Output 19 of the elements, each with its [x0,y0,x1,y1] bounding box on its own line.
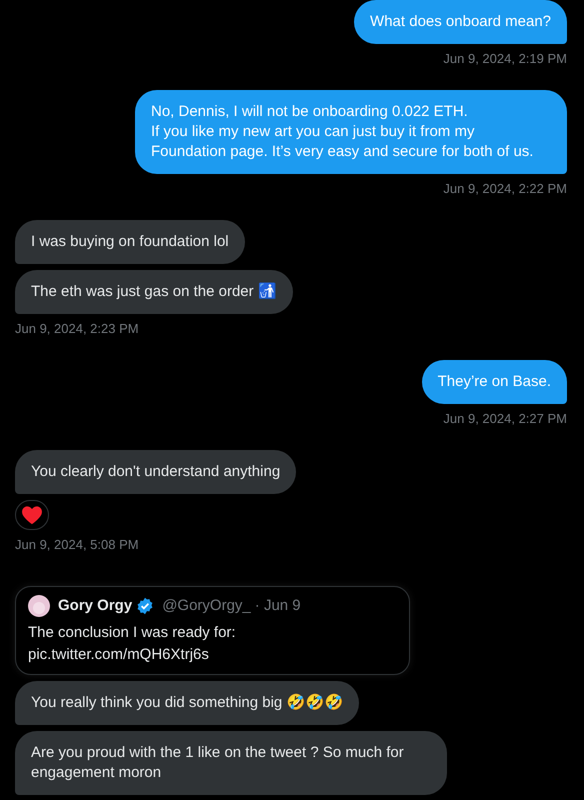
message-bubble: The eth was just gas on the order 🚮 [15,270,293,314]
timestamp: Jun 9, 2024, 5:08 PM [15,536,139,554]
message-bubble: I was buying on foundation lol [15,220,245,264]
timestamp: Jun 9, 2024, 2:27 PM [443,410,567,428]
timestamp: Jun 9, 2024, 2:19 PM [443,50,567,68]
tweet-link[interactable]: pic.twitter.com/mQH6Xtrj6s [28,644,397,666]
message-bubble: No, Dennis, I will not be onboarding 0.022 ETH. If you like my new art you can just buy it from my Foundation page. It’s very easy and secure for both of us. [135,90,567,174]
message-bubble: Are you proud with the 1 like on the tweet ? So much for engagement moron [15,730,447,794]
tweet-date: · Jun 9 [254,596,301,616]
message-bubble: You clearly don't understand anything [15,450,296,494]
message-bubble: What does onboard mean? [354,0,567,44]
timestamp: Jun 9, 2024, 2:23 PM [15,320,139,338]
avatar-icon [28,595,50,618]
timestamp: Jun 9, 2024, 2:22 PM [443,180,567,198]
author-name: Gory Orgy [58,596,132,616]
message-bubble: They’re on Base. [422,360,567,404]
author-handle: @GoryOrgy_ [162,596,251,616]
tweet-text: The conclusion I was ready for: [28,622,237,642]
message-bubble: You really think you did something big 🤣🤣🤣 [15,680,360,724]
